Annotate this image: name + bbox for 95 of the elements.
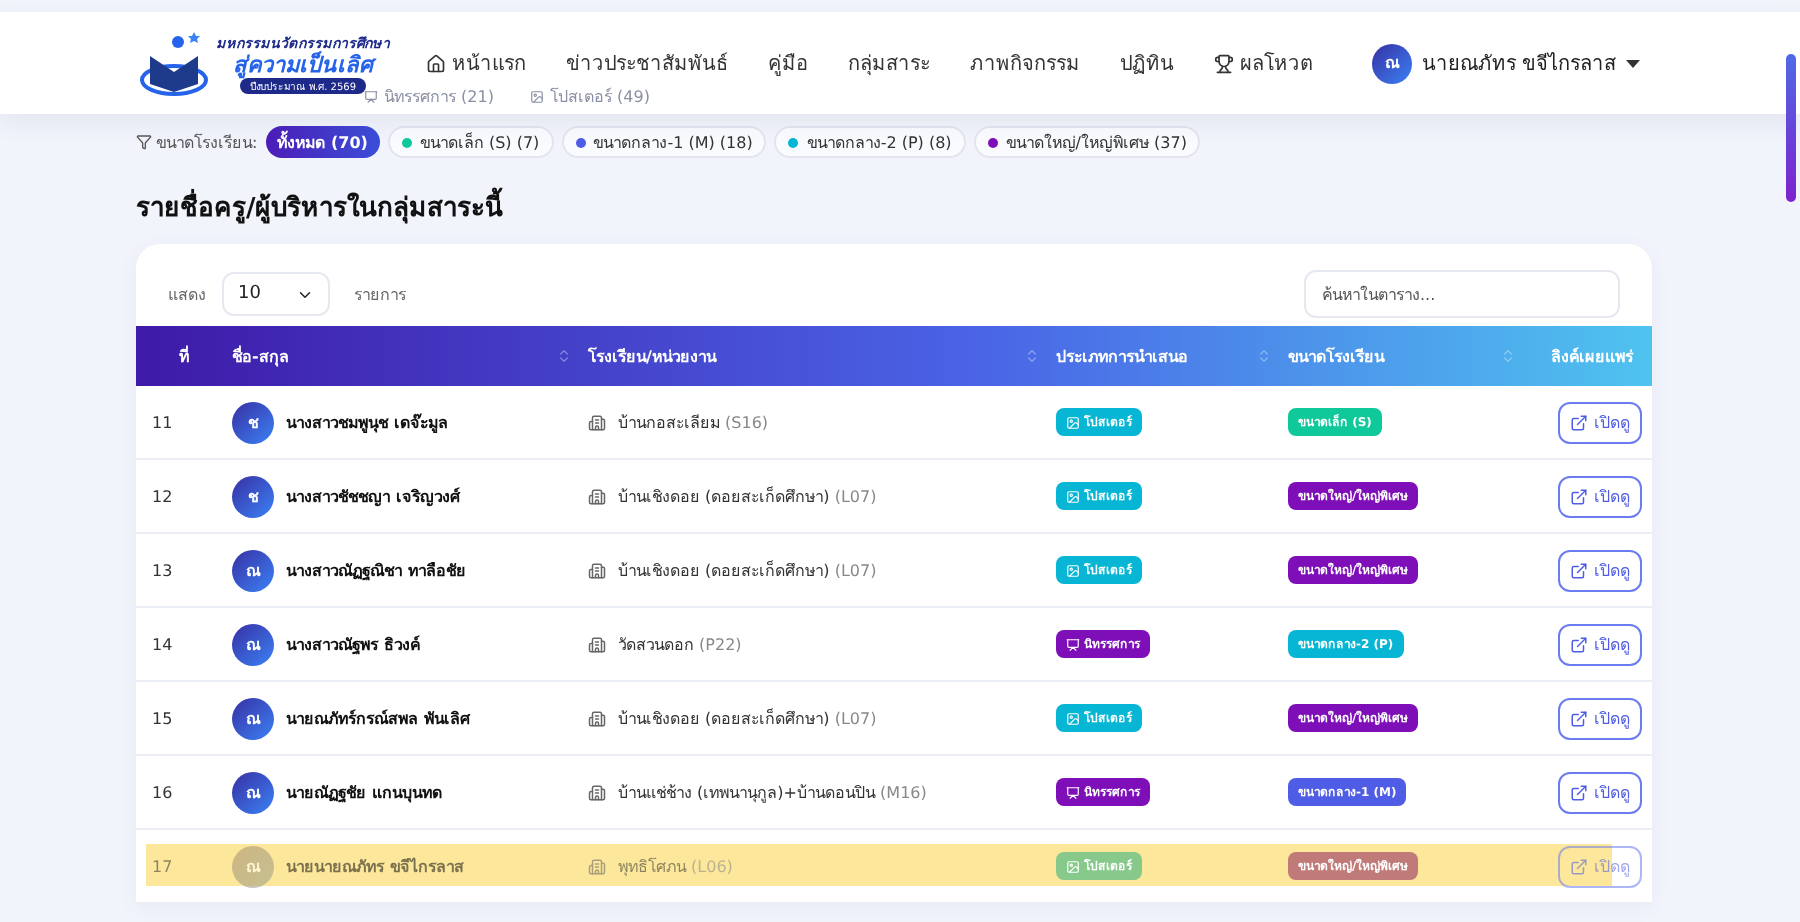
open-link-button[interactable]: เปิดดู [1558,771,1642,813]
school-name: บ้านเชิงดอย (ดอยสะเก็ดศึกษา) (L07) [618,484,877,509]
person-name: นายณภัทร์กรณ์สพล พันเลิศ [286,707,470,731]
external-link-icon [1570,413,1588,431]
sort-icon [556,348,572,364]
building-icon [588,561,606,579]
stat-label: โปสเตอร์ (49) [529,84,650,110]
row-number: 14 [152,635,175,653]
building-icon [588,783,606,801]
image-icon [529,90,544,104]
filter-chip[interactable]: ทั้งหมด (70) [265,126,380,158]
building-icon [588,487,606,505]
avatar: ณ [232,697,274,739]
external-link-icon [1570,857,1588,875]
nav-link[interactable]: ภาพกิจกรรม [969,48,1080,78]
nav-link[interactable]: กลุ่มสาระ [847,48,930,78]
row-number: 11 [152,413,175,431]
avatar: ช [232,401,274,443]
easel-icon [1066,637,1080,651]
external-link-icon [1570,709,1588,727]
building-icon [588,635,606,653]
image-icon [1066,711,1080,725]
nav-link[interactable]: ปฏิทิน [1119,48,1174,78]
building-icon [588,413,606,431]
entries-label: รายการ [354,283,406,307]
avatar: ช [232,475,274,517]
sort-icon [1024,348,1040,364]
scrollbar-thumb[interactable] [1786,54,1796,202]
user-avatar[interactable]: ณ [1371,43,1412,83]
image-icon [1066,415,1080,429]
column-header[interactable]: โรงเรียน/หน่วยงาน [588,343,1056,369]
person-name: นางสาวชัชชญา เจริญวงศ์ [286,485,460,509]
person-name: นายณัฏฐชัย แกนบุนทด [286,781,442,805]
easel-icon [364,90,378,104]
filter-chip[interactable]: ขนาดกลาง-1 (M) (18) [561,126,767,158]
school-name: บ้านแช่ช้าง (เทพนานุกูล)+บ้านดอนปิน (M16) [618,781,927,805]
row-number: 16 [152,783,175,801]
external-link-icon [1570,487,1588,505]
school-name: บ้านเชิงดอย (ดอยสะเก็ดศึกษา) (L07) [618,558,877,583]
nav-link[interactable]: หน้าแรก [425,48,526,78]
search-field[interactable]: ค้นหาในตาราง... [1304,270,1620,318]
school-name: บ้านกอสะเลียม (S16) [618,411,769,435]
external-link-icon [1570,783,1588,801]
filter-chip[interactable]: ขนาดกลาง-2 (P) (8) [774,126,966,158]
column-header[interactable]: ประเภทการนำเสนอ [1056,343,1288,369]
school-name: พุทธิโศภน (L06) [618,855,733,879]
filter-label: ขนาดโรงเรียน: [136,129,258,155]
filter-chip[interactable]: ขนาดเล็ก (S) (7) [387,126,554,158]
avatar: ณ [232,549,274,591]
page-size-select[interactable]: 10 [222,272,330,316]
filter-chip[interactable]: ขนาดใหญ่/ใหญ่พิเศษ (37) [973,126,1201,158]
school-name: วัดสวนดอก (P22) [618,633,742,657]
avatar: ณ [232,623,274,665]
nav-link[interactable]: ผลโหวต [1213,48,1312,78]
external-link-icon [1570,635,1588,653]
sort-icon [1500,348,1516,364]
image-icon [1066,859,1080,873]
logo-slogan: สู่ความเป็นเลิศ [233,53,373,79]
building-icon [588,857,606,875]
trophy-icon [1213,53,1234,73]
open-link-button[interactable]: เปิดดู [1558,697,1642,739]
avatar: ณ [232,845,274,887]
row-number: 17 [152,857,175,875]
book-logo-icon [140,27,208,99]
row-number: 15 [152,709,175,727]
person-name: นางสาวณัฐพร ธิวงค์ [286,633,420,657]
row-number: 13 [152,561,175,579]
person-name: นายนายณภัทร ขจีไกรลาส [286,855,464,879]
nav-link[interactable]: ข่าวประชาสัมพันธ์ [565,48,728,78]
nav-link[interactable]: คู่มือ [767,48,808,78]
person-name: นางสาวชมพูนุช เดจ๊ะมูล [286,411,448,435]
image-icon [1066,563,1080,577]
row-number: 12 [152,487,175,505]
column-header[interactable]: ชื่อ-สกุล [232,343,588,369]
open-link-button[interactable]: เปิดดู [1558,401,1642,443]
section-title: รายชื่อครู/ผู้บริหารในกลุ่มสาระนี้ [136,186,1652,228]
person-name: นางสาวณัฏฐณิชา ทาลือชัย [286,559,466,583]
open-link-button[interactable]: เปิดดู [1558,475,1642,517]
caret-icon[interactable] [1626,59,1640,67]
open-link-button[interactable]: เปิดดู [1558,549,1642,591]
filter-icon [136,134,152,150]
open-link-button[interactable]: เปิดดู [1558,623,1642,665]
sort-icon [1256,348,1272,364]
school-name: บ้านเชิงดอย (ดอยสะเก็ดศึกษา) (L07) [618,706,877,731]
avatar: ณ [232,771,274,813]
building-icon [588,709,606,727]
column-header: ลิงค์เผยแพร่ [1549,345,1636,369]
column-header: ที่ [177,343,191,369]
home-icon [425,53,446,73]
easel-icon [1066,785,1080,799]
image-icon [1066,489,1080,503]
external-link-icon [1570,561,1588,579]
show-label: แสดง [168,283,206,307]
user-name[interactable]: นายณภัทร ขจีไกรลาส [1421,48,1616,78]
stat-label: นิทรรศการ (21) [364,84,494,110]
